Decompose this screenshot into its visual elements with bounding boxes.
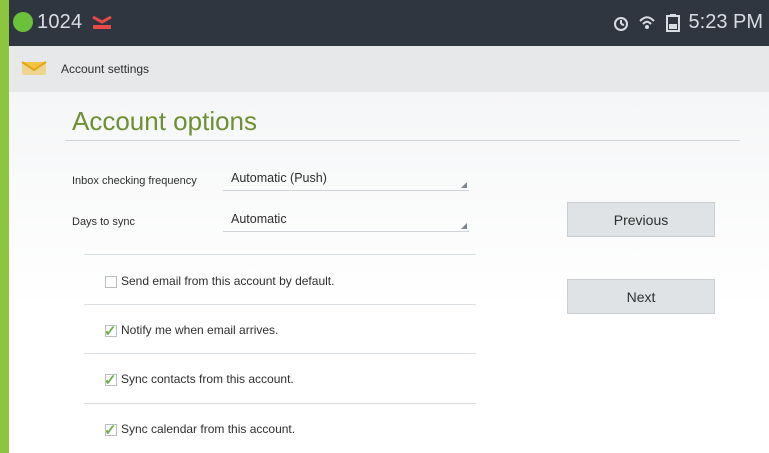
checkmark-icon: ✓ — [104, 372, 117, 389]
title-bar: Account settings — [9, 46, 769, 93]
days-to-sync-select[interactable]: Automatic — [231, 212, 287, 226]
status-right-group: 5:23 PM — [611, 11, 763, 34]
send-email-default-checkbox[interactable] — [105, 276, 117, 288]
status-left-text: 1024 — [37, 11, 83, 33]
inbox-checking-frequency-select[interactable]: Automatic (Push) — [231, 171, 327, 185]
checkbox-divider — [84, 304, 476, 305]
sync-contacts-label: Sync contacts from this account. — [121, 372, 294, 386]
next-button[interactable]: Next — [567, 279, 715, 314]
days-to-sync-label: Days to sync — [72, 216, 135, 228]
checkmark-icon: ✓ — [104, 323, 117, 340]
notify-email-label: Notify me when email arrives. — [121, 323, 279, 337]
checkmark-icon: ✓ — [104, 422, 117, 439]
previous-button[interactable]: Previous — [567, 202, 715, 237]
alarm-icon — [613, 16, 628, 31]
status-bar: 1024 5:23 PM — [9, 0, 769, 46]
app-frame: 1024 5:23 PM Account settings Account op… — [0, 0, 769, 453]
status-time: 5:23 PM — [688, 11, 763, 33]
send-email-default-row[interactable]: Send email from this account by default. — [105, 274, 465, 294]
days-to-sync-underline — [223, 231, 469, 232]
sync-calendar-checkbox[interactable]: ✓ — [104, 422, 117, 439]
battery-icon — [665, 13, 680, 32]
inbox-frequency-dropdown-icon[interactable] — [461, 182, 467, 188]
days-to-sync-dropdown-icon[interactable] — [461, 223, 467, 229]
page-title: Account options — [72, 106, 258, 136]
page-title-bar-text: Account settings — [61, 62, 150, 76]
sync-contacts-row[interactable]: ✓ Sync contacts from this account. — [104, 372, 465, 392]
sync-calendar-row[interactable]: ✓ Sync calendar from this account. — [104, 422, 465, 442]
status-dot-icon — [13, 12, 33, 32]
notify-email-row[interactable]: ✓ Notify me when email arrives. — [104, 323, 465, 343]
main-content: Account options Inbox checking frequency… — [9, 92, 769, 453]
inbox-checking-frequency-label: Inbox checking frequency — [72, 175, 197, 187]
sync-contacts-checkbox[interactable]: ✓ — [104, 372, 117, 389]
left-accent-border — [0, 0, 9, 453]
section-divider — [84, 254, 476, 255]
email-app-logo-icon — [21, 61, 47, 75]
inbox-checking-frequency-underline — [223, 190, 469, 191]
checkbox-divider — [84, 403, 476, 404]
alert-icon — [92, 15, 112, 29]
notify-email-checkbox[interactable]: ✓ — [104, 323, 117, 340]
checkbox-divider — [84, 353, 476, 354]
send-email-default-label: Send email from this account by default. — [121, 274, 335, 288]
wifi-icon — [638, 15, 655, 29]
title-divider — [65, 140, 740, 141]
sync-calendar-label: Sync calendar from this account. — [121, 422, 296, 436]
